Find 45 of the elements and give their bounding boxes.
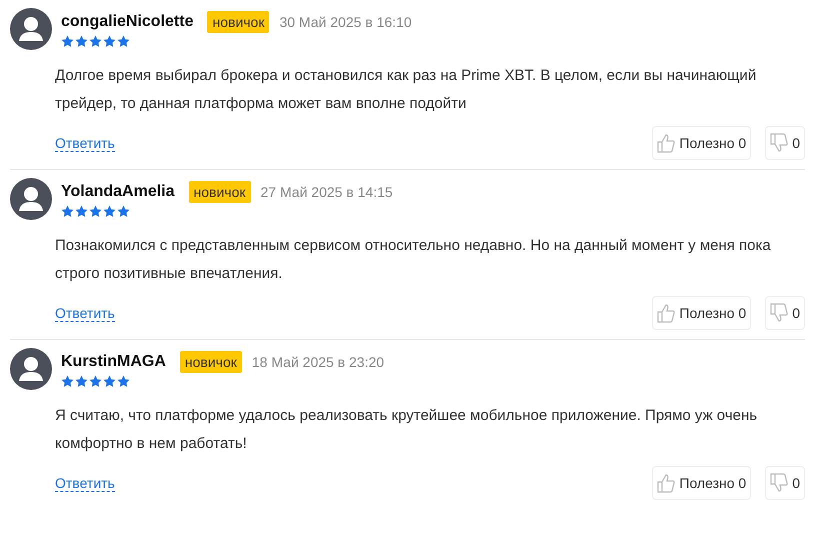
review-date: 30 Май 2025 в 16:10 bbox=[279, 14, 412, 30]
star-icon bbox=[117, 205, 130, 218]
star-icon bbox=[89, 375, 102, 388]
star-icon bbox=[61, 375, 74, 388]
reply-link[interactable]: Ответить bbox=[55, 304, 115, 322]
helpful-button[interactable]: Полезно 0 bbox=[652, 126, 752, 160]
review-date: 18 Май 2025 в 23:20 bbox=[252, 354, 384, 370]
star-icon bbox=[103, 205, 116, 218]
star-icon bbox=[89, 35, 102, 48]
rank-badge: новичок bbox=[207, 11, 270, 33]
reply-link[interactable]: Ответить bbox=[55, 474, 115, 492]
star-icon bbox=[117, 35, 130, 48]
thumbs-down-icon bbox=[770, 303, 788, 323]
star-icon bbox=[89, 205, 102, 218]
helpful-button[interactable]: Полезно 0 bbox=[652, 466, 752, 500]
star-icon bbox=[75, 205, 88, 218]
star-icon bbox=[103, 375, 116, 388]
review-date: 27 Май 2025 в 14:15 bbox=[260, 184, 393, 200]
helpful-button[interactable]: Полезно 0 bbox=[652, 296, 752, 330]
author-name: KurstinMAGA bbox=[61, 353, 166, 371]
star-icon bbox=[103, 35, 116, 48]
star-icon bbox=[61, 205, 74, 218]
star-icon bbox=[75, 35, 88, 48]
thumbs-up-icon bbox=[657, 473, 676, 493]
thumbs-down-icon bbox=[770, 473, 788, 493]
author-name: congalieNicolette bbox=[61, 13, 194, 31]
star-icon bbox=[75, 375, 88, 388]
review-text: Я считаю, что платформе удалось реализовать крутейшее мобильное приложение. Прямо уж очень комфортно в нем работать! bbox=[55, 406, 758, 454]
unhelpful-button[interactable]: 0 bbox=[765, 126, 805, 160]
author-name: YolandaAmelia bbox=[61, 183, 175, 201]
unhelpful-button[interactable]: 0 bbox=[765, 296, 805, 330]
avatar-icon bbox=[10, 8, 52, 50]
unhelpful-button[interactable]: 0 bbox=[765, 466, 805, 500]
star-icon bbox=[117, 375, 130, 388]
rank-badge: новичок bbox=[180, 351, 242, 373]
review-text: Познакомился с представленным сервисом относительно недавно. Но на данный момент у меня пока строго позитивные впечатления. bbox=[55, 236, 772, 284]
reply-link[interactable]: Ответить bbox=[55, 134, 115, 152]
avatar-icon bbox=[10, 178, 52, 220]
thumbs-up-icon bbox=[657, 303, 676, 323]
rank-badge: новичок bbox=[188, 181, 250, 203]
thumbs-down-icon bbox=[770, 133, 788, 153]
thumbs-up-icon bbox=[657, 133, 676, 153]
review-text: Долгое время выбирал брокера и остановился как раз на Prime XBT. В целом, если вы начинающий трейдер, то данная платформа может вам вполне подойти bbox=[55, 66, 758, 114]
avatar-icon bbox=[10, 348, 52, 390]
star-icon bbox=[61, 35, 74, 48]
